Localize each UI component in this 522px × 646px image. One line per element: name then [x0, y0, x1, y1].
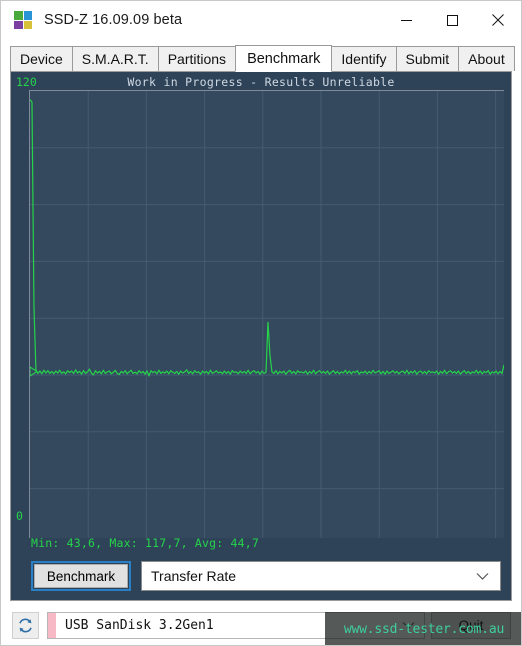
title-bar: SSD-Z 16.09.09 beta [1, 1, 521, 39]
tab-device[interactable]: Device [10, 46, 73, 71]
tab-benchmark[interactable]: Benchmark [235, 45, 333, 72]
chevron-down-icon [402, 617, 415, 635]
benchmark-mode-value: Transfer Rate [151, 568, 237, 584]
chevron-down-icon [476, 572, 489, 581]
maximize-icon[interactable] [429, 1, 475, 39]
y-axis-min-label: 0 [16, 509, 23, 523]
tab-partitions[interactable]: Partitions [157, 46, 237, 71]
benchmark-controls: Benchmark Transfer Rate [14, 559, 508, 593]
benchmark-mode-select[interactable]: Transfer Rate [141, 561, 501, 591]
window-controls [383, 1, 521, 39]
graph-plot-area [29, 90, 504, 538]
graph-title: Work in Progress - Results Unreliable [127, 75, 395, 89]
tab-identify[interactable]: Identify [331, 46, 397, 71]
y-axis-max-label: 120 [16, 75, 37, 89]
refresh-icon[interactable] [12, 612, 39, 639]
quit-button[interactable]: Quit [431, 612, 511, 639]
benchmark-panel: Work in Progress - Results Unreliable 12… [10, 72, 512, 601]
tab-submit[interactable]: Submit [395, 46, 460, 71]
tab-strip: Device S.M.A.R.T. Partitions Benchmark I… [10, 45, 515, 72]
tab-smart[interactable]: S.M.A.R.T. [71, 46, 159, 71]
ssd-z-window: SSD-Z 16.09.09 beta Device S.M.A.R.T. Pa… [0, 0, 522, 646]
status-bar: USB SanDisk 3.2Gen1 Quit [1, 605, 521, 645]
app-squares-icon [14, 11, 32, 29]
window-title: SSD-Z 16.09.09 beta [44, 12, 183, 28]
close-icon[interactable] [475, 1, 521, 39]
device-select[interactable]: USB SanDisk 3.2Gen1 [47, 612, 425, 639]
device-color-swatch [48, 613, 56, 638]
minimize-icon[interactable] [383, 1, 429, 39]
graph-stats-label: Min: 43,6, Max: 117,7, Avg: 44,7 [31, 536, 259, 550]
tab-about[interactable]: About [458, 46, 515, 71]
device-name: USB SanDisk 3.2Gen1 [65, 618, 214, 633]
benchmark-button[interactable]: Benchmark [34, 564, 128, 588]
benchmark-graph: Work in Progress - Results Unreliable 12… [14, 75, 508, 553]
graph-svg [30, 91, 504, 538]
benchmark-button-focus-ring: Benchmark [31, 561, 131, 591]
